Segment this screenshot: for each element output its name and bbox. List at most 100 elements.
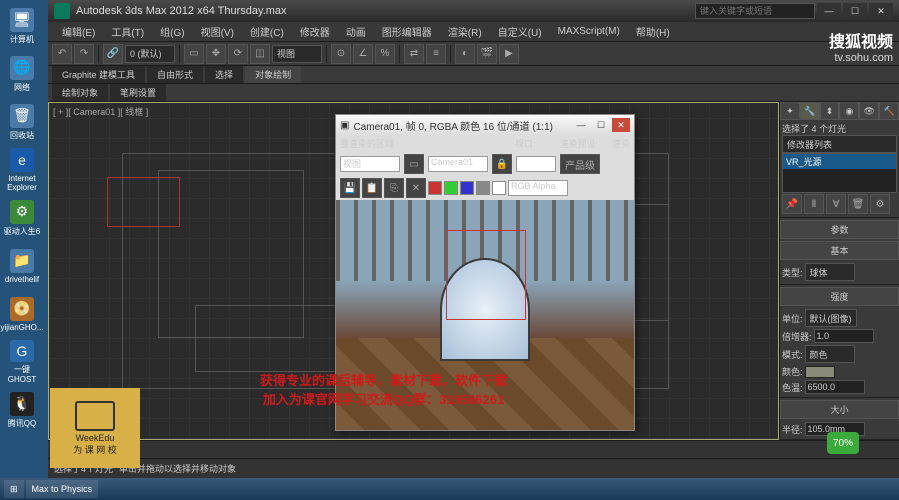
start-button[interactable]: ⊞	[4, 480, 24, 498]
multiplier-input[interactable]	[814, 329, 874, 343]
menu-render[interactable]: 渲染(R)	[440, 24, 490, 39]
desktop-icon-ie[interactable]: eInternet Explorer	[0, 148, 44, 192]
desktop-icon-drivelife[interactable]: 📁drivethelif	[0, 244, 44, 288]
clone-button[interactable]: ⎘	[384, 178, 404, 198]
tab-motion-icon[interactable]: ◉	[839, 102, 859, 120]
tab-objectpaint[interactable]: 对象绘制	[245, 66, 301, 83]
menu-create[interactable]: 创建(C)	[242, 24, 292, 39]
desktop-icon-computer[interactable]: 🖥计算机	[0, 4, 44, 48]
render-setup-button[interactable]: 🎬	[477, 44, 497, 64]
type-dropdown[interactable]: 球体	[805, 263, 855, 281]
modifier-list-dropdown[interactable]: 修改器列表	[782, 135, 897, 153]
link-button[interactable]: 🔗	[103, 44, 123, 64]
refcoord-dropdown[interactable]: 视图	[272, 45, 322, 63]
redo-button[interactable]: ↷	[74, 44, 94, 64]
mirror-button[interactable]: ⇄	[404, 44, 424, 64]
temp-input[interactable]	[805, 380, 865, 394]
scale-button[interactable]: ◫	[250, 44, 270, 64]
dialog-titlebar[interactable]: ▣ Camera01, 帧 0, RGBA 颜色 16 位/通道 (1:1) —…	[336, 115, 634, 135]
timeline[interactable]	[48, 440, 899, 458]
desktop-icon-ghost2[interactable]: G一键GHOST	[0, 340, 44, 384]
tab-create-icon[interactable]: ✦	[780, 102, 800, 120]
main-toolbar: ↶ ↷ 🔗 0 (默认) ▭ ✥ ⟳ ◫ 视图 ⊙ ∠ % ⇄ ≡ ◐ 🎬 ▶	[48, 42, 899, 66]
tab-utility-icon[interactable]: 🔨	[879, 102, 899, 120]
subtab-brush[interactable]: 笔刷设置	[110, 84, 166, 101]
desktop-icon-recycle[interactable]: 🗑回收站	[0, 100, 44, 144]
area-dropdown[interactable]: 视图	[340, 156, 400, 172]
select-button[interactable]: ▭	[184, 44, 204, 64]
remove-button[interactable]: 🗑	[848, 194, 868, 214]
desktop-icon-qq[interactable]: 🐧腾讯QQ	[0, 388, 44, 432]
save-image-button[interactable]: 💾	[340, 178, 360, 198]
tab-graphite[interactable]: Graphite 建模工具	[52, 66, 145, 83]
help-search-input[interactable]	[695, 3, 815, 19]
channel-r[interactable]	[428, 181, 442, 195]
show-end-button[interactable]: Ⅱ	[804, 194, 824, 214]
clear-button[interactable]: ✕	[406, 178, 426, 198]
unique-button[interactable]: ∀	[826, 194, 846, 214]
render-button[interactable]: ▶	[499, 44, 519, 64]
windows-taskbar[interactable]: ⊞ Max to Physics	[0, 478, 899, 500]
minimize-button[interactable]: —	[817, 3, 841, 19]
modifier-item[interactable]: VR_光源	[783, 154, 896, 169]
config-button[interactable]: ⚙	[870, 194, 890, 214]
desktop-icon-ghost1[interactable]: 📀yijianGHO...	[0, 292, 44, 336]
units-dropdown[interactable]: 默认(图像)	[805, 309, 857, 327]
lock-icon[interactable]: 🔒	[492, 154, 512, 174]
tab-hierarchy-icon[interactable]: ⬍	[820, 102, 840, 120]
mode-dropdown[interactable]: 颜色	[805, 345, 855, 363]
rotate-button[interactable]: ⟳	[228, 44, 248, 64]
rollout-params[interactable]: 参数	[780, 220, 899, 239]
viewport-dropdown[interactable]: Camera01	[428, 156, 488, 172]
menu-group[interactable]: 组(G)	[152, 24, 192, 39]
subtab-paint[interactable]: 绘制对象	[52, 84, 108, 101]
channel-a[interactable]	[476, 181, 490, 195]
channel-b[interactable]	[460, 181, 474, 195]
desktop-icon-network[interactable]: 🌐网络	[0, 52, 44, 96]
move-button[interactable]: ✥	[206, 44, 226, 64]
modifier-stack[interactable]: VR_光源	[782, 153, 897, 193]
dialog-icon: ▣	[340, 120, 349, 131]
menu-maxscript[interactable]: MAXScript(M)	[550, 26, 628, 37]
layer-dropdown[interactable]: 0 (默认)	[125, 45, 175, 63]
tab-selection[interactable]: 选择	[205, 66, 243, 83]
desktop-icon-driver[interactable]: ⚙驱动人生6	[0, 196, 44, 240]
menu-edit[interactable]: 编辑(E)	[54, 24, 103, 39]
menu-graph[interactable]: 图形编辑器	[374, 24, 440, 39]
channel-g[interactable]	[444, 181, 458, 195]
close-button[interactable]: ✕	[869, 3, 893, 19]
dialog-close-button[interactable]: ✕	[612, 118, 630, 132]
channel-mono[interactable]	[492, 181, 506, 195]
progress-badge: 70%	[827, 432, 859, 454]
menu-modifiers[interactable]: 修改器	[292, 24, 338, 39]
copy-button[interactable]: 📋	[362, 178, 382, 198]
dialog-max-button[interactable]: ☐	[592, 118, 610, 132]
undo-button[interactable]: ↶	[52, 44, 72, 64]
preset-dropdown[interactable]	[516, 156, 556, 172]
rollout-strength[interactable]: 强度	[780, 287, 899, 306]
color-swatch[interactable]	[805, 366, 835, 378]
rollout-basic[interactable]: 基本	[780, 241, 899, 260]
render-button-dlg[interactable]: 产品级	[560, 154, 600, 174]
tab-display-icon[interactable]: 👁	[859, 102, 879, 120]
tab-freeform[interactable]: 自由形式	[147, 66, 203, 83]
pin-stack-button[interactable]: 📌	[782, 194, 802, 214]
menu-custom[interactable]: 自定义(U)	[490, 24, 550, 39]
material-editor-button[interactable]: ◐	[455, 44, 475, 64]
region-button[interactable]: ▭	[404, 154, 424, 174]
taskbar-item[interactable]: Max to Physics	[26, 480, 99, 498]
rollout-size[interactable]: 大小	[780, 400, 899, 419]
menu-help[interactable]: 帮助(H)	[628, 24, 678, 39]
menu-view[interactable]: 视图(V)	[193, 24, 242, 39]
percent-snap-button[interactable]: %	[375, 44, 395, 64]
menu-animation[interactable]: 动画	[338, 24, 374, 39]
tab-modify-icon[interactable]: 🔧	[800, 102, 820, 120]
angle-snap-button[interactable]: ∠	[353, 44, 373, 64]
menu-tools[interactable]: 工具(T)	[103, 24, 152, 39]
align-button[interactable]: ≡	[426, 44, 446, 64]
dialog-min-button[interactable]: —	[572, 118, 590, 132]
snap-button[interactable]: ⊙	[331, 44, 351, 64]
maximize-button[interactable]: ☐	[843, 3, 867, 19]
viewport-label[interactable]: [ + ][ Camera01 ][ 线框 ]	[53, 105, 148, 118]
channel-dropdown[interactable]: RGB Alpha	[508, 180, 568, 196]
